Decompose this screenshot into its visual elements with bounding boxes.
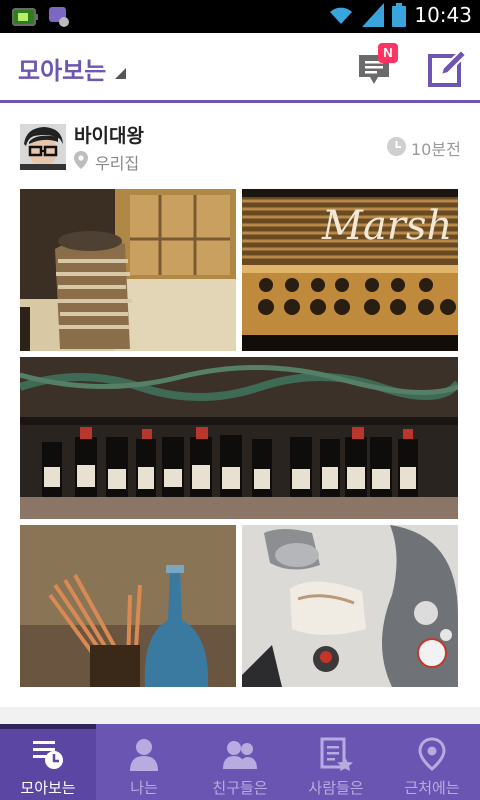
post-author[interactable]: 바이대왕 bbox=[74, 121, 144, 148]
post-time: 10분전 bbox=[411, 140, 461, 159]
wifi-icon bbox=[330, 7, 353, 24]
people-star-icon bbox=[320, 737, 353, 771]
tab-friends[interactable]: 친구들은 bbox=[192, 729, 288, 800]
tab-people[interactable]: 사람들은 bbox=[288, 729, 384, 800]
status-bar: 10:43 bbox=[0, 0, 480, 33]
tab-timeline[interactable]: 모아보는 bbox=[0, 729, 96, 800]
clock-icon bbox=[387, 137, 406, 156]
bottom-tab-bar: 모아보는 나는 친구들은 사람들은 근처에는 bbox=[0, 724, 480, 800]
tab-nearby[interactable]: 근처에는 bbox=[384, 729, 480, 800]
view-selector[interactable]: 모아보는 bbox=[18, 51, 106, 86]
tab-label: 나는 bbox=[130, 779, 158, 797]
signal-icon bbox=[362, 3, 385, 27]
timeline-icon bbox=[33, 741, 63, 769]
app-header: 모아보는 N bbox=[0, 33, 480, 103]
tab-label: 친구들은 bbox=[212, 779, 268, 797]
dropdown-caret-icon[interactable] bbox=[115, 68, 126, 79]
location-pin-icon bbox=[74, 151, 88, 169]
friends-icon bbox=[223, 741, 257, 769]
photo-wine-bottles[interactable] bbox=[20, 357, 458, 519]
post-location: 우리집 bbox=[95, 154, 140, 173]
compose-icon[interactable] bbox=[427, 48, 467, 88]
tab-me[interactable]: 나는 bbox=[96, 729, 192, 800]
messenger-notification-icon bbox=[49, 7, 69, 27]
status-notifications bbox=[12, 6, 70, 28]
avatar[interactable] bbox=[20, 124, 66, 170]
photo-chopsticks-bottle[interactable] bbox=[20, 525, 236, 687]
tab-label: 근처에는 bbox=[404, 779, 460, 797]
battery-charging-icon bbox=[12, 8, 38, 26]
person-icon bbox=[130, 739, 158, 771]
svg-text:Marsh: Marsh bbox=[321, 203, 452, 249]
photo-espresso-machine[interactable] bbox=[242, 525, 458, 687]
status-time: 10:43 bbox=[414, 3, 472, 27]
photo-amplifier[interactable]: Marsh bbox=[242, 189, 458, 351]
list-divider bbox=[0, 707, 480, 724]
battery-icon bbox=[392, 3, 407, 27]
photo-books[interactable] bbox=[20, 189, 236, 351]
tab-label: 사람들은 bbox=[308, 779, 364, 797]
news-badge: N bbox=[378, 43, 398, 63]
tab-label: 모아보는 bbox=[20, 779, 76, 797]
location-pin-icon bbox=[418, 737, 446, 771]
